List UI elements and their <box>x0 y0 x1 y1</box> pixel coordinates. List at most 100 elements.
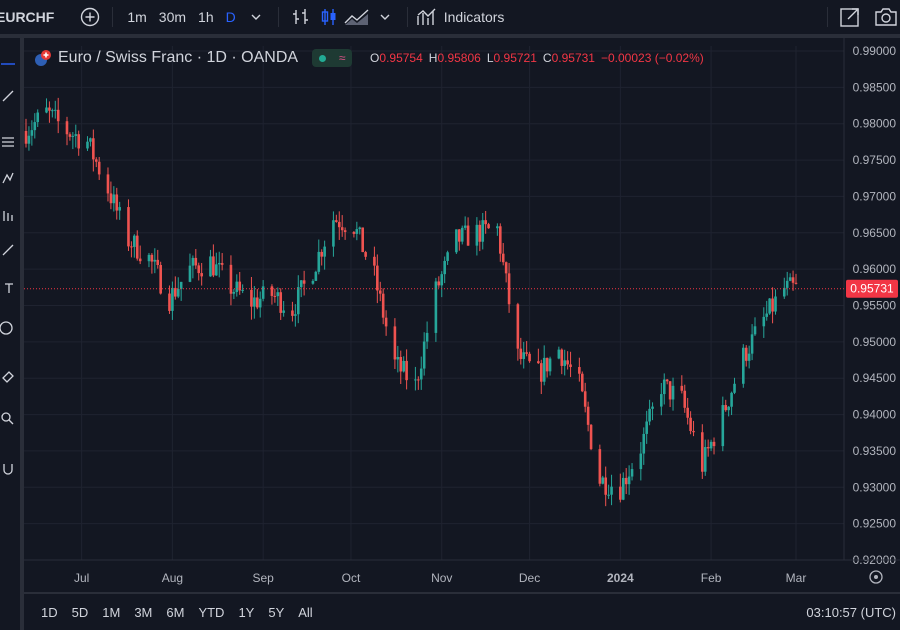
candle-body <box>478 224 482 242</box>
brush-tool[interactable] <box>0 242 16 258</box>
range-1y[interactable]: 1Y <box>231 605 261 620</box>
candle-body <box>92 138 95 160</box>
close-label: C <box>542 51 552 65</box>
candle-body <box>563 360 567 366</box>
candle-body <box>692 431 695 433</box>
candle-body <box>273 295 277 297</box>
candle-body <box>440 274 444 286</box>
range-1d[interactable]: 1D <box>34 605 65 620</box>
market-status-pill[interactable]: ≈ <box>312 49 353 67</box>
chart-pane[interactable]: 0.99000 0.98500 0.98000 0.97500 0.97000 0.965… <box>24 38 900 592</box>
forecast-tool[interactable] <box>0 208 16 224</box>
timeframe-30m[interactable]: 30m <box>153 9 192 25</box>
toolbar-separator <box>827 7 828 27</box>
candle-body <box>683 390 687 408</box>
candle-body <box>133 235 136 247</box>
candle-body <box>335 220 338 222</box>
utc-clock[interactable]: 03:10:57 (UTC) <box>806 605 896 620</box>
indicators-button[interactable]: Indicators <box>416 0 504 34</box>
candle-body <box>785 280 789 288</box>
timeframe-d[interactable]: D <box>220 9 242 25</box>
timeframe-dropdown[interactable] <box>242 3 270 31</box>
zoom-icon <box>1 412 14 425</box>
y-tick-label: 0.98500 <box>853 80 897 94</box>
candle-body <box>361 227 364 253</box>
candle-body <box>174 287 177 297</box>
candle-body <box>662 379 666 395</box>
crosshair-tool[interactable] <box>0 56 16 72</box>
range-1m[interactable]: 1M <box>95 605 127 620</box>
trend-line-tool[interactable] <box>0 88 16 104</box>
candle-body <box>668 381 672 400</box>
candle-body <box>130 246 133 248</box>
y-tick-label: 0.96000 <box>853 262 897 276</box>
candle-body <box>235 281 239 292</box>
candle-body <box>311 280 315 284</box>
timeframe-1h[interactable]: 1h <box>192 9 220 25</box>
camera-button[interactable] <box>872 3 900 31</box>
chart-type-dropdown[interactable] <box>371 3 399 31</box>
candle-body <box>352 232 356 234</box>
plot-background <box>24 38 900 592</box>
text-tool[interactable] <box>0 280 16 296</box>
range-bar: 1D 5D 1M 3M 6M YTD 1Y 5Y All 03:10:57 (U… <box>24 594 900 630</box>
candle-body <box>460 227 464 242</box>
magnet-tool[interactable] <box>0 460 16 476</box>
x-tick-label: Oct <box>342 571 361 585</box>
candle-body <box>150 254 154 262</box>
candle-body <box>384 317 388 327</box>
candle-body <box>507 273 511 305</box>
fib-tool[interactable] <box>0 134 16 150</box>
candle-body <box>200 273 203 277</box>
candle-body <box>747 353 751 361</box>
snapshot-button[interactable] <box>836 3 864 31</box>
candle-body <box>651 406 654 409</box>
range-5d[interactable]: 5D <box>65 605 96 620</box>
range-3m[interactable]: 3M <box>127 605 159 620</box>
x-tick-label: Nov <box>431 571 452 585</box>
candle-body <box>598 449 602 484</box>
candle-body <box>630 469 634 477</box>
candle-body <box>709 441 713 449</box>
x-tick-label: Feb <box>701 571 722 585</box>
symbol-search[interactable]: EURCHF <box>0 0 54 34</box>
range-all[interactable]: All <box>291 605 319 620</box>
candle-body <box>197 265 201 274</box>
candle-body <box>501 253 505 263</box>
timeframe-1m[interactable]: 1m <box>121 9 152 25</box>
bar-style-button[interactable] <box>287 3 315 31</box>
price-chart[interactable]: 0.99000 0.98500 0.98000 0.97500 0.97000 0.965… <box>24 38 900 592</box>
range-5y[interactable]: 5Y <box>261 605 291 620</box>
y-tick-label: 0.93000 <box>853 480 897 494</box>
zoom-tool[interactable] <box>0 410 16 426</box>
candles-button[interactable] <box>315 3 343 31</box>
measure-tool[interactable] <box>0 368 16 384</box>
low-value: 0.95721 <box>493 51 537 65</box>
candle-body <box>71 135 75 137</box>
range-ytd[interactable]: YTD <box>191 605 231 620</box>
candle-body <box>296 287 300 315</box>
candle-body <box>794 282 798 284</box>
add-symbol-button[interactable] <box>76 3 104 31</box>
candle-body <box>376 265 379 291</box>
forecast-icon <box>3 211 13 221</box>
candle-body <box>701 432 704 472</box>
candle-body <box>358 227 362 230</box>
magnet-icon <box>3 464 13 475</box>
x-tick-label: 2024 <box>607 571 634 585</box>
candle-body <box>33 122 37 131</box>
emoji-tool[interactable] <box>0 320 16 336</box>
pattern-tool[interactable] <box>0 170 16 186</box>
candle-body <box>516 304 520 349</box>
candle-body <box>545 357 549 372</box>
range-6m[interactable]: 6M <box>159 605 191 620</box>
candle-body <box>560 349 564 366</box>
camera-icon <box>875 8 897 26</box>
candle-body <box>437 281 441 286</box>
symbol-title: Euro / Swiss Franc · 1D · OANDA <box>58 49 299 66</box>
candle-body <box>487 224 490 229</box>
area-button[interactable] <box>343 3 371 31</box>
candle-body <box>302 280 306 284</box>
candle-body <box>762 316 766 327</box>
candle-body <box>463 225 467 228</box>
